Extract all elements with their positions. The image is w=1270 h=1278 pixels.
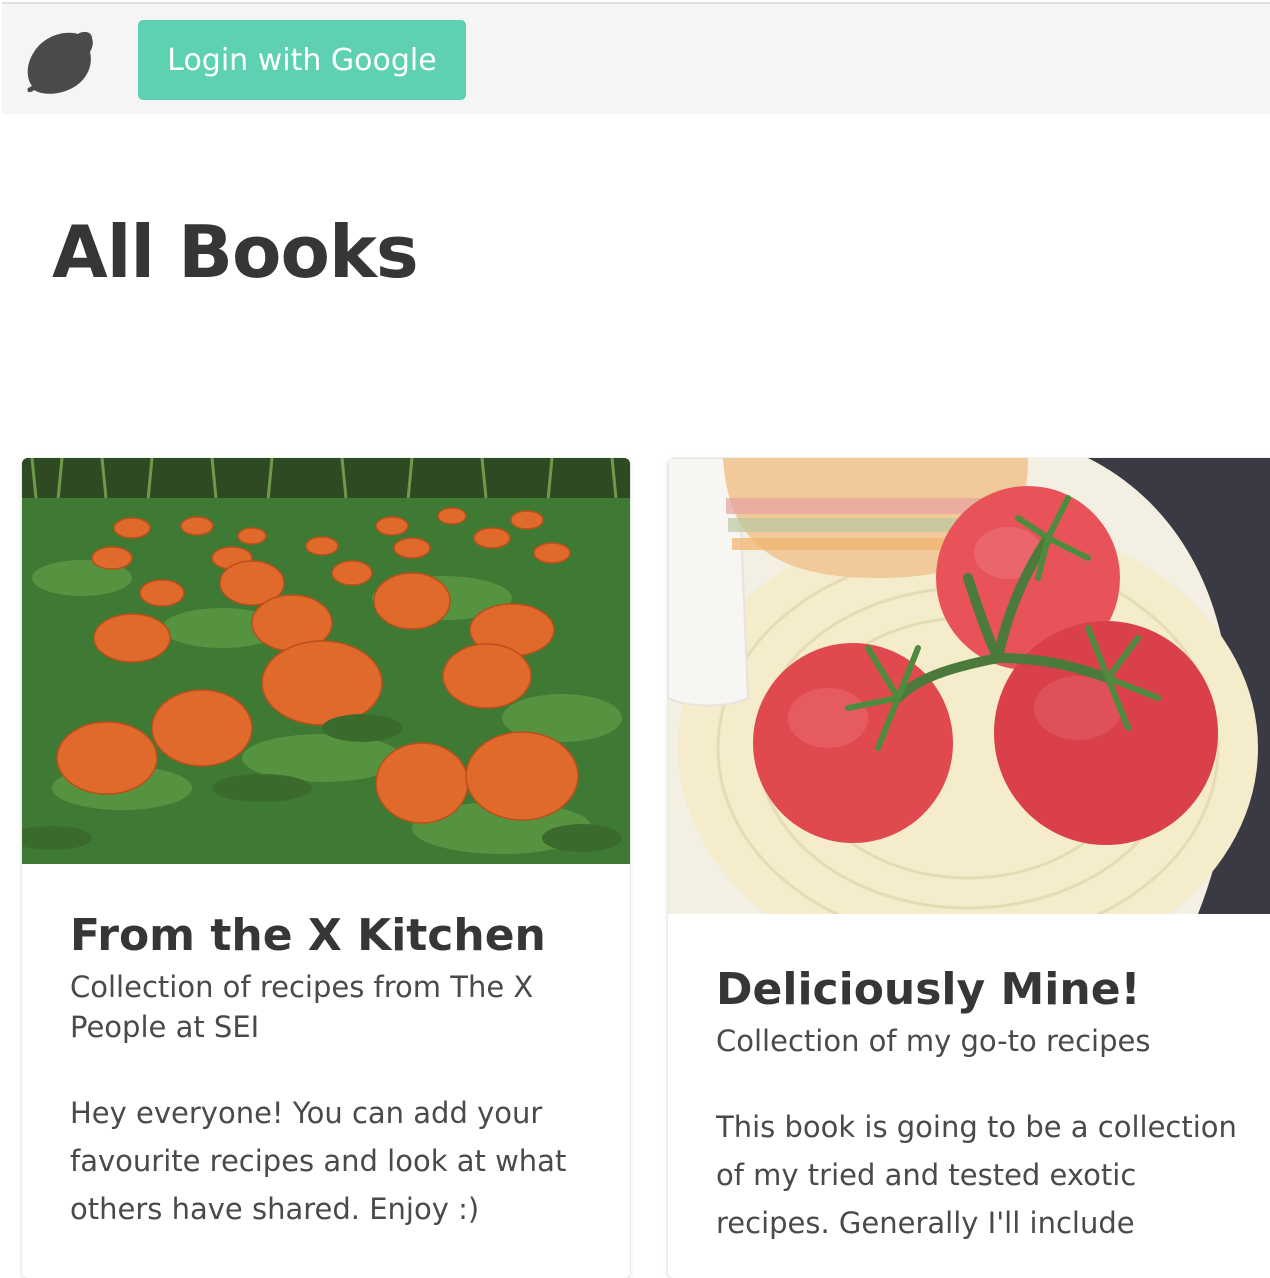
pumpkin-field-photo[interactable] <box>22 458 630 864</box>
book-subtitle: Collection of my go-to recipes <box>716 1023 1151 1058</box>
tomatoes-photo[interactable] <box>668 458 1270 914</box>
book-description: Hey everyone! You can add your favourite… <box>70 1095 567 1226</box>
book-card[interactable]: From the X Kitchen Collection of recipes… <box>22 458 630 1278</box>
book-card[interactable]: Deliciously Mine! Collection of my go-to… <box>668 458 1270 1278</box>
book-description: This book is going to be a collection of… <box>716 1109 1237 1240</box>
navbar: Login with Google <box>2 2 1270 114</box>
page-title: All Books <box>52 210 419 294</box>
login-with-google-button[interactable]: Login with Google <box>138 20 466 100</box>
lemon-icon[interactable] <box>24 28 96 96</box>
book-title[interactable]: Deliciously Mine! <box>716 964 1240 1017</box>
book-title[interactable]: From the X Kitchen <box>70 910 582 963</box>
book-subtitle: Collection of recipes from The X People … <box>70 969 534 1044</box>
